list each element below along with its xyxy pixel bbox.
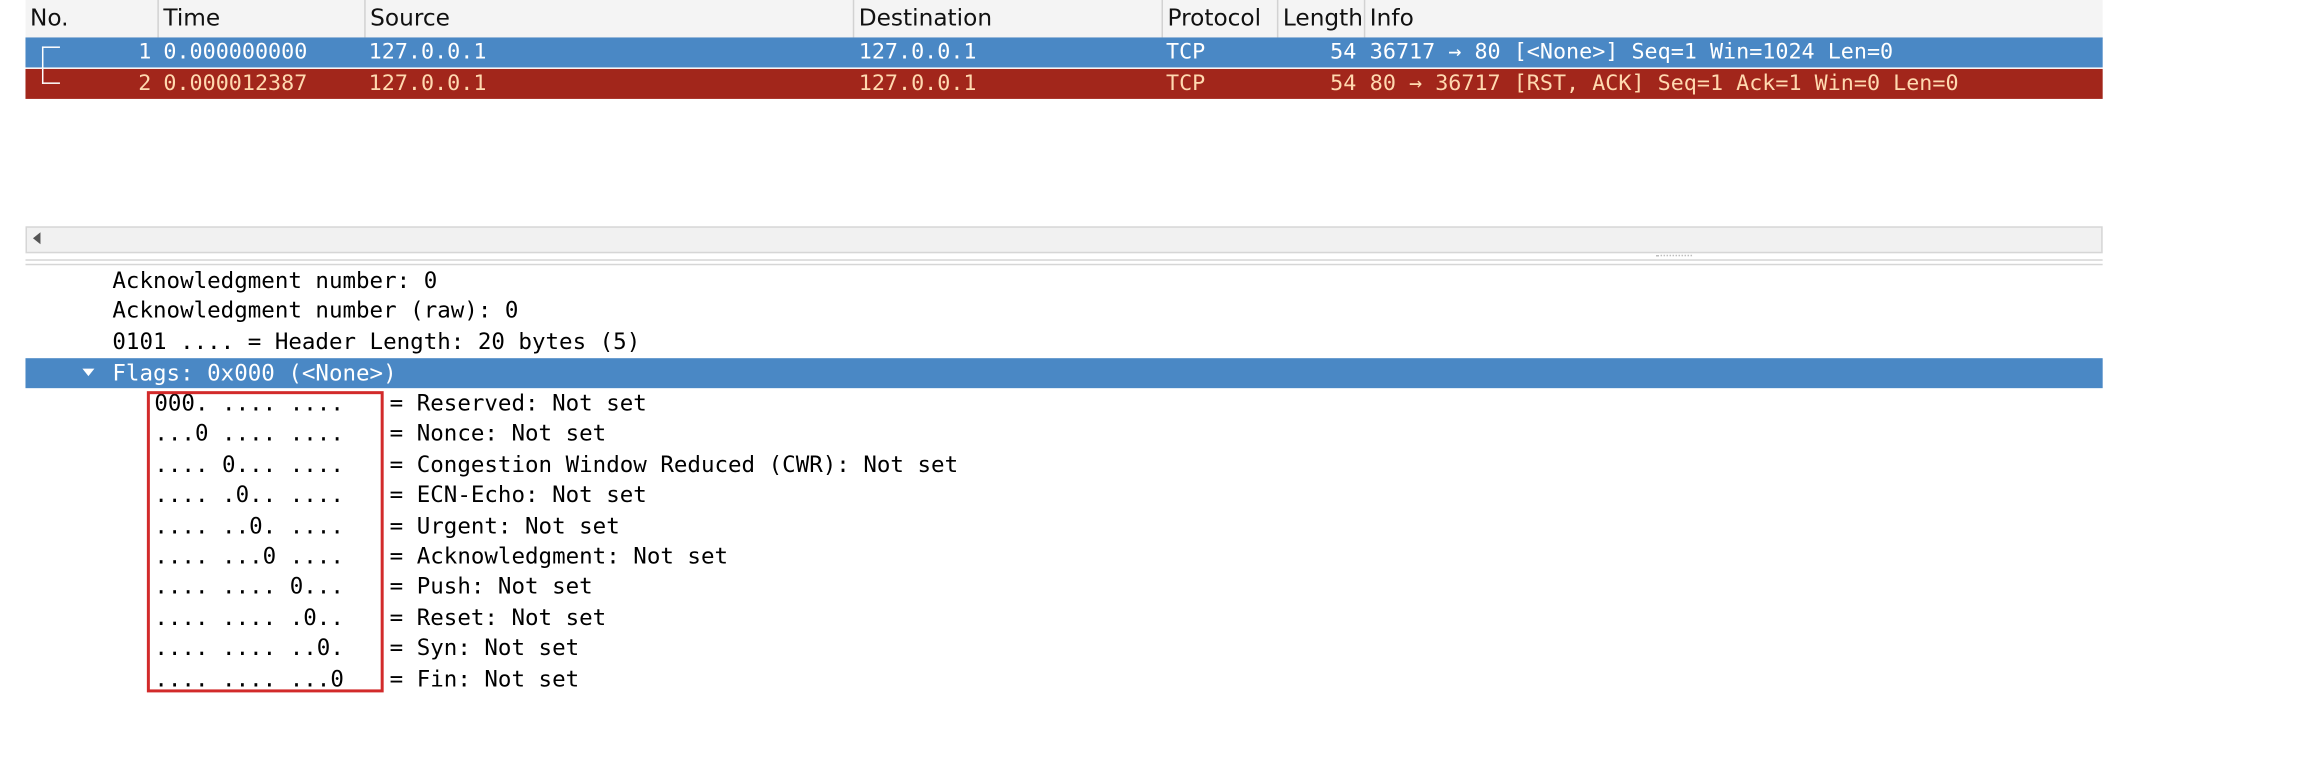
column-header-time[interactable]: Time	[157, 0, 364, 38]
column-header-protocol[interactable]: Protocol	[1161, 0, 1276, 38]
column-header-info[interactable]: Info	[1363, 0, 2103, 38]
column-header-no[interactable]: No.	[25, 0, 157, 37]
scroll-left-arrow-icon[interactable]	[32, 232, 41, 245]
packet-source: 127.0.0.1	[368, 71, 487, 96]
packet-destination: 127.0.0.1	[858, 71, 977, 96]
detail-text: Acknowledgment number (raw): 0	[112, 296, 519, 324]
expand-caret-icon[interactable]	[82, 368, 95, 377]
detail-line-ack-number-raw[interactable]: Acknowledgment number (raw): 0	[25, 295, 2102, 325]
conversation-bracket-icon	[41, 68, 60, 84]
flag-description: = Congestion Window Reduced (CWR): Not s…	[389, 451, 959, 479]
flag-description: = Reserved: Not set	[389, 389, 647, 417]
packet-no: 1	[138, 40, 152, 65]
column-header-length[interactable]: Length	[1276, 0, 1364, 38]
packet-list-horizontal-scrollbar[interactable]	[25, 226, 2103, 254]
flag-description: = Reset: Not set	[389, 603, 607, 631]
packet-row-1[interactable]: 1 0.000000000 127.0.0.1 127.0.0.1 TCP 54…	[25, 37, 2103, 69]
conversation-bracket-icon	[41, 46, 60, 69]
flag-description: = ECN-Echo: Not set	[389, 481, 647, 509]
detail-text: 0101 .... = Header Length: 20 bytes (5)	[112, 328, 641, 356]
packet-destination: 127.0.0.1	[858, 40, 977, 65]
flag-description: = Syn: Not set	[389, 633, 580, 661]
packet-length: 54	[1330, 71, 1357, 96]
column-header-source[interactable]: Source	[364, 0, 853, 38]
flag-description: = Urgent: Not set	[389, 512, 620, 540]
packet-time: 0.000000000	[163, 40, 308, 65]
packet-info: 36717 → 80 [<None>] Seq=1 Win=1024 Len=0	[1369, 40, 1894, 65]
flag-bits-highlight-box	[146, 391, 384, 693]
flag-description: = Acknowledgment: Not set	[389, 542, 729, 570]
flag-description: = Nonce: Not set	[389, 419, 607, 447]
detail-line-ack-number[interactable]: Acknowledgment number: 0	[25, 265, 2102, 295]
column-header-destination[interactable]: Destination	[852, 0, 1162, 38]
detail-text: Acknowledgment number: 0	[112, 266, 438, 294]
detail-line-flags[interactable]: Flags: 0x000 (<None>)	[25, 358, 2103, 389]
packet-source: 127.0.0.1	[368, 40, 487, 65]
packet-info: 80 → 36717 [RST, ACK] Seq=1 Ack=1 Win=0 …	[1369, 71, 1959, 96]
detail-text: Flags: 0x000 (<None>)	[112, 359, 397, 387]
packet-length: 54	[1330, 40, 1357, 65]
packet-list-header: No. Time Source Destination Protocol Len…	[25, 0, 2103, 39]
packet-no: 2	[138, 71, 152, 96]
packet-row-2[interactable]: 2 0.000012387 127.0.0.1 127.0.0.1 TCP 54…	[25, 68, 2103, 99]
packet-protocol: TCP	[1165, 40, 1206, 65]
packet-time: 0.000012387	[163, 71, 308, 96]
flag-description: = Fin: Not set	[389, 665, 580, 693]
flag-description: = Push: Not set	[389, 572, 593, 600]
detail-line-header-length[interactable]: 0101 .... = Header Length: 20 bytes (5)	[25, 327, 2102, 357]
wireshark-window: No. Time Source Destination Protocol Len…	[0, 0, 2308, 735]
packet-protocol: TCP	[1165, 71, 1206, 96]
